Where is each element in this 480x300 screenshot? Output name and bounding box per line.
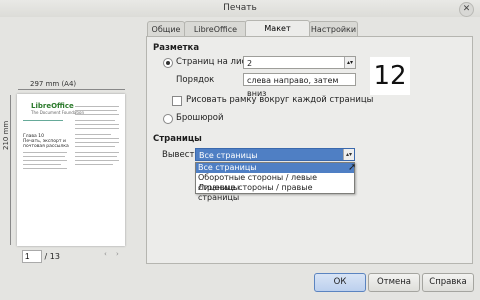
help-button[interactable]: Справка xyxy=(422,273,474,292)
text-line xyxy=(75,124,119,125)
tab-general[interactable]: Общие xyxy=(147,21,185,37)
page-total: / 13 xyxy=(44,252,60,261)
next-page-icon[interactable]: › xyxy=(116,250,124,260)
text-line xyxy=(23,168,67,169)
text-line xyxy=(23,120,63,121)
page-navigator: / 13 xyxy=(22,250,60,263)
logo-text: LibreOffice xyxy=(31,102,74,110)
print-dialog: Печать ✕ 297 mm (A4) 210 mm LibreOffice … xyxy=(0,0,480,300)
pages-per-sheet-label: Страниц на лист xyxy=(176,57,252,67)
width-dimension-line xyxy=(18,89,125,90)
text-line xyxy=(75,138,119,139)
window-title: Печать xyxy=(223,3,257,13)
text-line xyxy=(75,146,115,147)
chapter-line: почтовая рассылка xyxy=(23,144,69,149)
order-select[interactable]: слева направо, затем вниз xyxy=(243,73,356,98)
text-line xyxy=(75,106,119,107)
close-icon[interactable]: ✕ xyxy=(459,2,474,17)
pages-per-sheet-radio[interactable] xyxy=(163,58,173,68)
cancel-button[interactable]: Отмена xyxy=(368,273,420,292)
text-line xyxy=(75,134,111,135)
page-number-input[interactable] xyxy=(22,250,42,263)
text-line xyxy=(75,164,113,165)
dropdown-option[interactable]: Лицевые стороны / правые страницы xyxy=(196,183,354,202)
text-line xyxy=(75,152,119,153)
spin-arrows-icon[interactable]: ▴▾ xyxy=(343,149,354,160)
tab-options[interactable]: Настройки xyxy=(309,21,358,37)
output-value: Все страницы xyxy=(199,151,258,160)
text-line xyxy=(75,114,119,115)
draw-border-label: Рисовать рамку вокруг каждой страницы xyxy=(186,95,374,105)
height-dimension-line xyxy=(10,95,11,245)
draw-border-checkbox[interactable] xyxy=(172,96,182,106)
order-label: Порядок xyxy=(176,75,215,85)
ok-button[interactable]: ОК xyxy=(314,273,366,292)
output-dropdown-list: Все страницы Оборотные стороны / левые с… xyxy=(195,162,355,202)
text-line xyxy=(75,110,117,111)
prev-page-icon[interactable]: ‹ xyxy=(104,250,112,260)
layout-section-title: Разметка xyxy=(153,43,200,53)
pages-per-sheet-value: 2 xyxy=(247,59,253,68)
paper-height-label: 210 mm xyxy=(2,120,10,150)
titlebar: Печать ✕ xyxy=(0,0,480,17)
pages-per-sheet-spinbox[interactable]: 2 ▴▾ xyxy=(243,56,356,69)
tab-writer[interactable]: LibreOffice Writer xyxy=(184,21,247,49)
paper-width-label: 297 mm (A4) xyxy=(30,80,77,88)
output-select[interactable]: Все страницы ▴▾ xyxy=(195,148,355,161)
text-line xyxy=(75,142,119,143)
pages-section-title: Страницы xyxy=(153,134,202,144)
text-line xyxy=(23,164,61,165)
layout-preview-number: 12 xyxy=(370,57,410,95)
text-line xyxy=(23,160,67,161)
text-line xyxy=(23,152,67,153)
dropdown-option[interactable]: Все страницы xyxy=(196,163,354,173)
page-preview: LibreOffice The Document Foundation Глав… xyxy=(17,94,125,246)
dropdown-option[interactable]: Оборотные стороны / левые страницы xyxy=(196,173,354,192)
text-line xyxy=(75,156,117,157)
spin-arrows-icon[interactable]: ▴▾ xyxy=(344,57,355,68)
mouse-cursor-icon: ➚ xyxy=(348,162,357,173)
brochure-radio[interactable] xyxy=(163,114,173,124)
chapter-title: Глава 10 Печать, экспорт и почтовая расс… xyxy=(23,134,69,149)
text-line xyxy=(75,120,115,121)
text-line xyxy=(75,160,119,161)
text-line xyxy=(75,128,119,129)
text-line xyxy=(23,156,65,157)
brochure-label: Брошюрой xyxy=(176,113,224,123)
